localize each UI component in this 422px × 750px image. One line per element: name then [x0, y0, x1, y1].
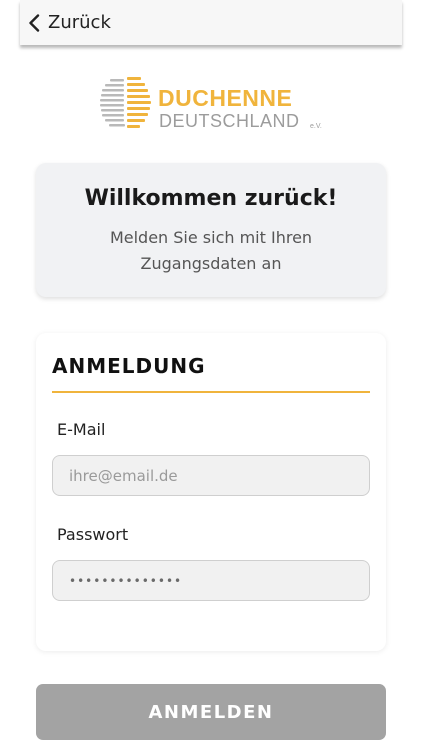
logo-text-duchenne: DUCHENNE [158, 85, 293, 111]
logo-text-ev: e.V. [310, 123, 322, 130]
email-input[interactable] [52, 455, 370, 496]
welcome-subtitle: Melden Sie sich mit Ihren Zugangsdaten a… [109, 228, 313, 273]
chevron-left-icon [29, 13, 40, 32]
duchenne-logo: DUCHENNE DEUTSCHLAND e.V. [96, 72, 328, 134]
back-label: Zurück [48, 12, 111, 33]
word-cloud-logo-icon [100, 77, 151, 128]
login-submit-button[interactable]: ANMELDEN [36, 684, 386, 740]
password-label: Passwort [57, 525, 129, 544]
login-card: ANMELDUNG E-Mail Passwort •••••••••••••• [36, 333, 386, 651]
back-button[interactable]: Zurück [28, 12, 111, 33]
welcome-title: Willkommen zurück! [84, 186, 338, 211]
password-input[interactable]: •••••••••••••• [52, 560, 370, 601]
logo-text-deutschland: DEUTSCHLAND [159, 111, 300, 131]
heading-divider [52, 391, 370, 393]
welcome-card: Willkommen zurück! Melden Sie sich mit I… [36, 163, 386, 297]
login-heading: ANMELDUNG [52, 354, 206, 378]
password-masked-value: •••••••••••••• [69, 573, 183, 588]
email-label: E-Mail [57, 420, 106, 439]
top-navigation-bar: Zurück [20, 0, 402, 45]
